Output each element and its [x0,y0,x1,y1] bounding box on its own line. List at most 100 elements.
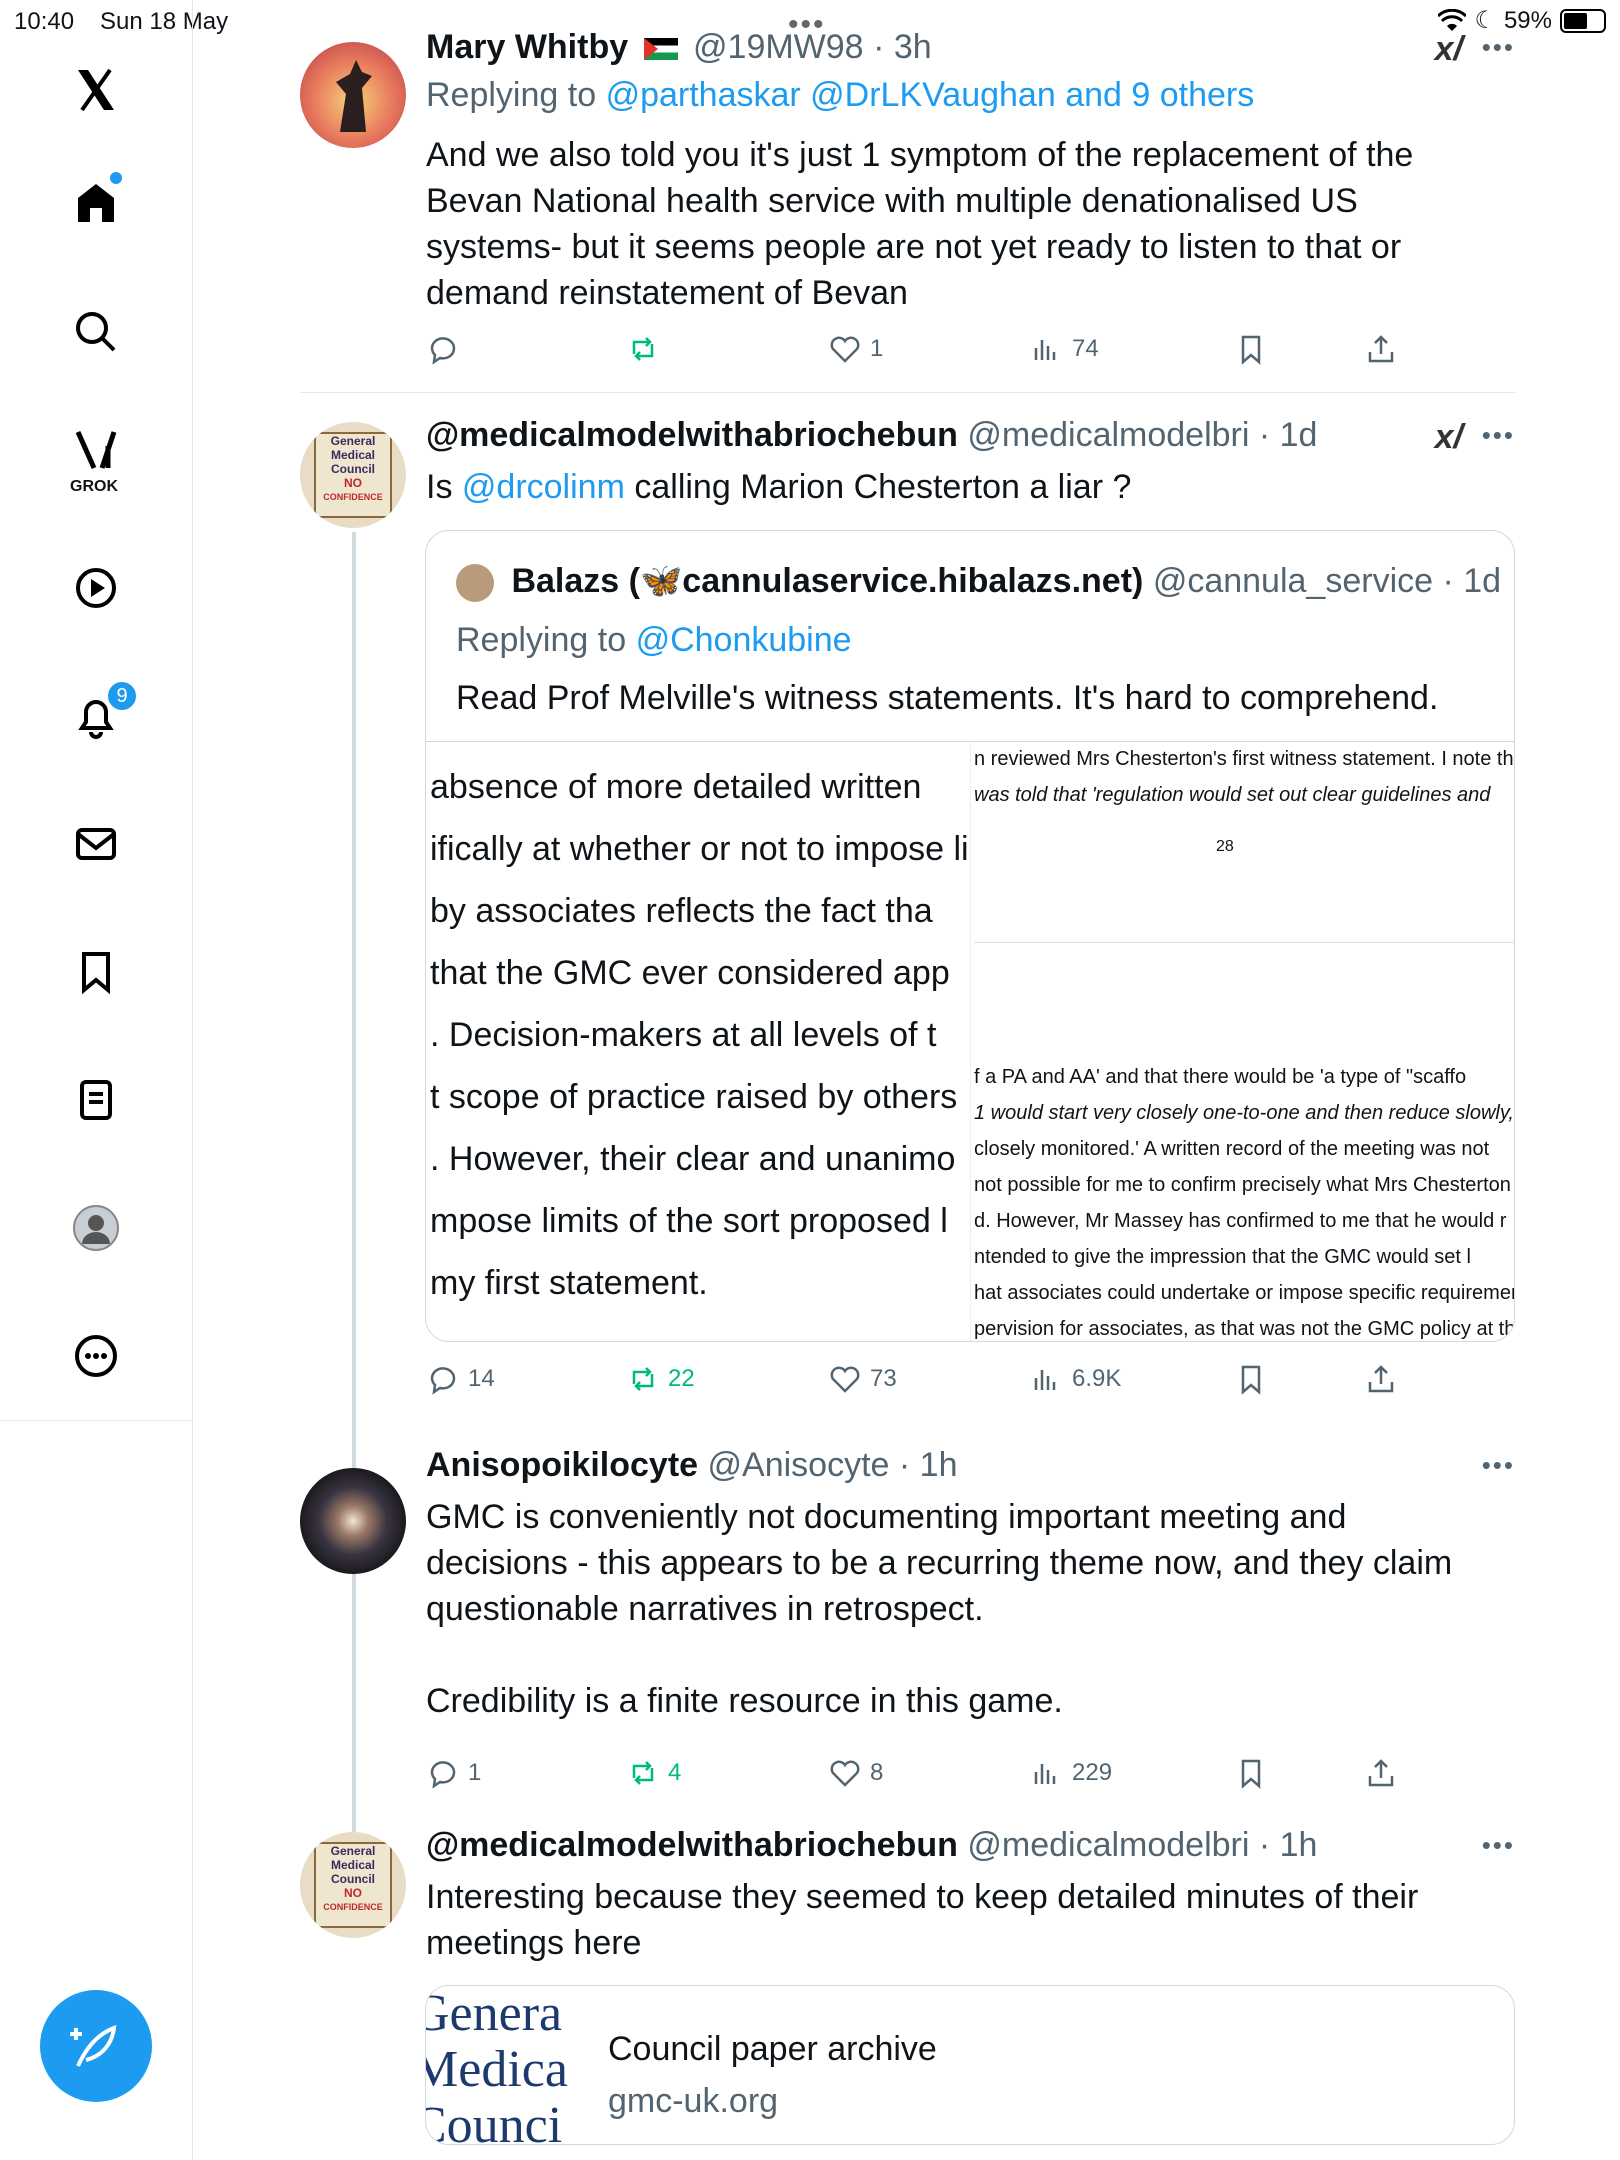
compose-post-button[interactable] [40,1990,152,2102]
messages-envelope-icon[interactable] [66,814,126,874]
avatar[interactable]: General Medical Council NO CONFIDENCE [300,422,406,528]
profile-avatar-icon[interactable] [66,1198,126,1258]
view-count: 74 [1072,335,1099,362]
replying-mentions[interactable]: @parthaskar @DrLKVaughan and 9 others [606,76,1255,114]
views-button[interactable]: 229 [1030,1756,1112,1790]
compose-feather-icon [70,2024,117,2067]
more-icon[interactable]: ••• [1482,420,1515,451]
heart-icon [830,336,860,363]
avatar[interactable] [300,42,406,148]
tweet-actions: 14 22 73 6.9K [426,1362,1426,1402]
heart-icon [830,1366,860,1393]
post-time[interactable]: · 1d [1259,416,1318,454]
video-icon[interactable] [66,558,126,618]
share-button[interactable] [1364,332,1398,366]
author-name[interactable]: Anisopoikilocyte [426,1446,698,1484]
home-icon[interactable] [66,172,126,232]
avatar-text: General [330,1844,376,1858]
share-icon [1368,1365,1394,1393]
author-handle[interactable]: @19MW98 [693,28,864,66]
replying-mentions[interactable]: @Chonkubine [636,621,852,659]
tweet-divider [300,392,1515,393]
reply-button[interactable]: 1 [426,1756,481,1790]
more-icon[interactable]: ••• [1482,32,1515,63]
tweet-header: @medicalmodelwithabriochebun @medicalmod… [426,416,1317,455]
bookmark-button[interactable] [1234,1756,1268,1790]
quoted-document-image[interactable]: absence of more detailed written ificall… [426,741,1515,1341]
x-logo-icon[interactable] [66,60,126,120]
mention-link[interactable]: @drcolinm [462,468,625,506]
quoted-author-handle[interactable]: @cannula_service [1153,562,1433,600]
tweet[interactable]: Mary Whitby @19MW98 · 3h x/ ••• Replying… [300,28,1515,368]
grok-icon[interactable] [66,420,126,480]
lists-icon[interactable] [66,1070,126,1130]
link-thumbnail: Genera Medica Counci [426,1986,586,2145]
post-time[interactable]: · 1h [899,1446,958,1484]
author-name[interactable]: @medicalmodelwithabriochebun [426,416,958,454]
tweet-actions: 1 74 [426,332,1426,372]
like-button[interactable]: 8 [828,1756,883,1790]
views-button[interactable]: 6.9K [1030,1362,1121,1396]
bookmarks-icon[interactable] [66,942,126,1002]
link-preview-card[interactable]: Genera Medica Counci Council paper archi… [425,1985,1515,2145]
reply-button[interactable]: 14 [426,1362,495,1396]
author-handle[interactable]: @medicalmodelbri [967,416,1249,454]
like-count: 73 [870,1365,897,1392]
post-time[interactable]: · 1h [1259,1826,1318,1864]
author-name[interactable]: Mary Whitby [426,28,628,66]
bookmark-button[interactable] [1234,332,1268,366]
avatar-text: Medical [330,1858,375,1872]
reply-icon [430,1367,456,1395]
avatar[interactable]: General Medical Council NO CONFIDENCE [300,1832,406,1938]
like-button[interactable]: 1 [828,332,883,366]
repost-button[interactable] [626,332,660,366]
avatar-text: Council [331,462,375,476]
repost-button[interactable]: 22 [626,1362,695,1396]
notifications-bell-icon[interactable]: 9 [66,680,138,746]
body-prefix: Is [426,468,453,506]
share-button[interactable] [1364,1362,1398,1396]
more-options-icon[interactable] [66,1326,126,1386]
quoted-avatar[interactable] [456,564,494,603]
doc-line: mpose limits of the sort proposed l [430,1202,948,1240]
reply-count: 1 [468,1759,482,1786]
views-button[interactable]: 74 [1030,332,1099,366]
sidebar: GROK 9 [0,0,193,2160]
repost-button[interactable]: 4 [626,1756,681,1790]
author-name[interactable]: @medicalmodelwithabriochebun [426,1826,958,1864]
more-icon[interactable]: ••• [1482,1450,1515,1481]
link-domain: gmc-uk.org [608,2082,779,2120]
view-count: 6.9K [1072,1365,1122,1392]
avatar[interactable] [300,1468,406,1574]
quoted-tweet-header: Balazs (🦋cannulaservice.hibalazs.net) @c… [456,561,1501,603]
author-handle[interactable]: @Anisocyte [708,1446,890,1484]
avatar-text: CONFIDENCE [323,1902,383,1912]
quoted-author-name[interactable]: Balazs (🦋cannulaservice.hibalazs.net) [511,562,1143,600]
doc-line: was told that 'regulation would set out … [974,784,1491,806]
thumb-text: Counci [426,2097,563,2145]
like-button[interactable]: 73 [828,1362,897,1396]
tweet[interactable]: Anisopoikilocyte @Anisocyte · 1h ••• GMC… [300,1446,1515,1789]
doc-line: n reviewed Mrs Chesterton's first witnes… [974,748,1514,770]
reply-button[interactable] [426,332,460,366]
palestine-flag-icon [643,38,678,61]
doc-line: by associates reflects the fact tha [430,892,933,930]
like-count: 8 [870,1759,884,1786]
grok-explain-icon[interactable]: x/ [1435,30,1463,69]
bookmark-button[interactable] [1234,1362,1268,1396]
search-icon[interactable] [66,302,126,362]
author-handle[interactable]: @medicalmodelbri [967,1826,1249,1864]
doc-line: pervision for associates, as that was no… [974,1318,1515,1340]
thumb-text: Genera [426,1986,563,2042]
more-icon[interactable]: ••• [1482,1830,1515,1861]
doc-line: my first statement. [430,1264,708,1302]
avatar-text: NO [344,1886,362,1900]
grok-explain-icon[interactable]: x/ [1435,418,1463,457]
tweet-text: Interesting because they seemed to keep … [426,1878,1419,1962]
view-count: 229 [1072,1759,1113,1786]
quoted-tweet-card[interactable]: Balazs (🦋cannulaservice.hibalazs.net) @c… [425,530,1515,1342]
tweet-header: Anisopoikilocyte @Anisocyte · 1h [426,1446,957,1485]
post-time[interactable]: · 3h [873,28,932,66]
thumb-text: Medica [426,2041,568,2098]
share-button[interactable] [1364,1756,1398,1790]
